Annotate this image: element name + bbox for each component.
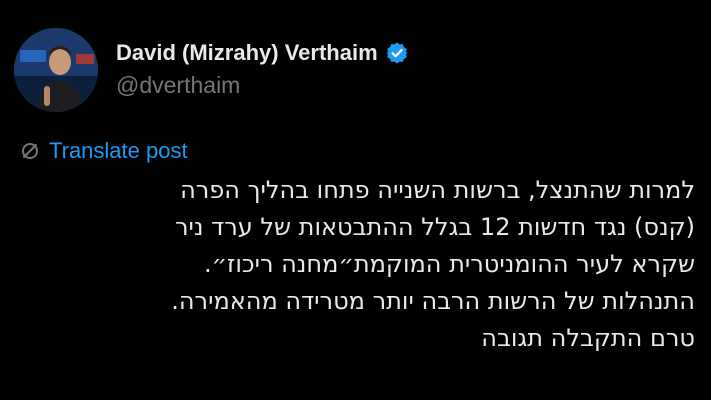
post-text-line: למרות שהתנצל, ברשות השנייה פתחו בהליך הפ… bbox=[180, 176, 695, 204]
translate-icon bbox=[20, 141, 40, 161]
post-text-line: טרם התקבלה תגובה bbox=[481, 324, 695, 352]
post-text-line: (קנס) נגד חדשות 12 בגלל ההתבטאות של ערד … bbox=[174, 213, 695, 241]
post-text-line: התנהלות של הרשות הרבה יותר מטרידה מהאמיר… bbox=[171, 287, 695, 315]
avatar[interactable] bbox=[14, 28, 98, 112]
author-block: David (Mizrahy) Verthaim @dverthaim bbox=[116, 36, 691, 99]
name-row: David (Mizrahy) Verthaim bbox=[116, 36, 691, 70]
profile-photo-icon bbox=[14, 28, 98, 112]
translate-post-label: Translate post bbox=[49, 138, 188, 163]
verified-badge-icon[interactable] bbox=[385, 41, 409, 65]
post-card: David (Mizrahy) Verthaim @dverthaim Tran… bbox=[0, 0, 711, 400]
user-handle[interactable]: @dverthaim bbox=[116, 72, 691, 99]
display-name[interactable]: David (Mizrahy) Verthaim bbox=[116, 40, 378, 66]
post-text: למרות שהתנצל, ברשות השנייה פתחו בהליך הפ… bbox=[20, 172, 695, 357]
translate-post-link[interactable]: Translate post bbox=[20, 136, 188, 166]
post-text-line: שקרא לעיר ההומניטרית המוקמת״מחנה ריכוז״. bbox=[203, 250, 695, 278]
